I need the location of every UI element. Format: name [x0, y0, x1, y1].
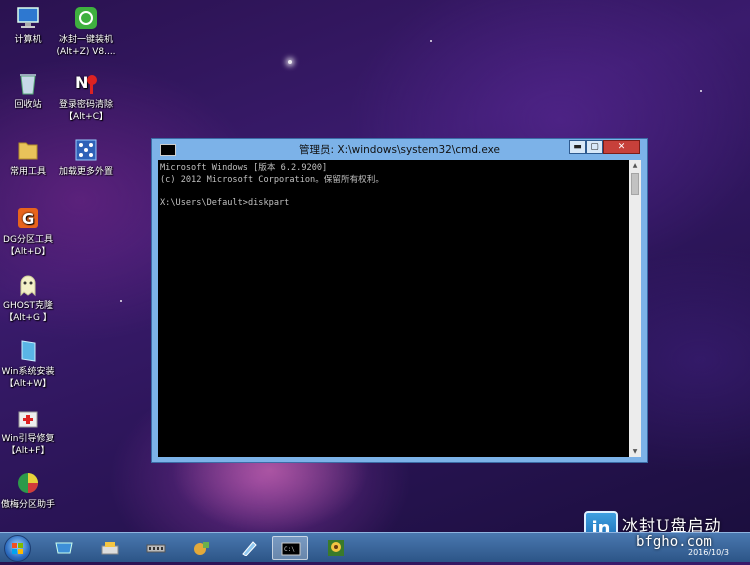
sunflower-icon [328, 540, 344, 556]
desktop-icon-label: 【Alt+C】 [63, 112, 108, 122]
desktop-icon-label: 【Alt+G 】 [4, 313, 52, 323]
console-area[interactable]: Microsoft Windows [版本 6.2.9200] (c) 2012… [158, 160, 629, 457]
taskbar-item-sunflower[interactable] [318, 536, 354, 560]
ghost-icon [15, 271, 41, 297]
printer-tools-icon [101, 542, 119, 555]
desktop-icon-label: 登录密码清除 [58, 100, 113, 110]
network-icon [55, 542, 73, 554]
svg-text:C:\: C:\ [284, 546, 295, 553]
minimize-button[interactable]: ▬ [569, 140, 586, 154]
desktop-icon-ghost[interactable]: GHOST克隆 【Alt+G 】 [0, 271, 60, 324]
desktop-icon-label: 【Alt+W】 [4, 379, 52, 389]
desktop-icon-aomei[interactable]: 傲梅分区助手 [0, 470, 60, 511]
load-external-icon [73, 137, 99, 163]
password-clear-icon: N [73, 70, 99, 96]
vertical-scrollbar[interactable]: ▲ ▼ [629, 160, 641, 457]
taskbar-item-network[interactable] [46, 536, 82, 560]
desktop-icon-label: 冰封一键装机 [58, 35, 113, 45]
maximize-button[interactable]: ▢ [586, 140, 603, 154]
diskgenius-icon: G [15, 205, 41, 231]
desktop-icon-label: 【Alt+F】 [6, 446, 50, 456]
desktop-icon-label: 常用工具 [9, 167, 46, 177]
svg-text:G: G [22, 210, 34, 228]
desktop-icon-label: 【Alt+D】 [5, 247, 51, 257]
title-bar[interactable]: 管理员: X:\windows\system32\cmd.exe ▬ ▢ ✕ [152, 139, 647, 159]
desktop-icon-computer[interactable]: 计算机 [0, 5, 60, 46]
clock-date[interactable]: 2016/10/3 [688, 548, 729, 557]
taskbar: C:\ bfgho.com 2016/10/3 [0, 532, 750, 562]
tools-icon [194, 542, 209, 555]
desktop-icon-diskgenius[interactable]: G DG分区工具 【Alt+D】 [0, 205, 60, 258]
installer-icon [73, 5, 99, 31]
taskbar-item-tools[interactable] [184, 536, 220, 560]
desktop-icon-tools-folder[interactable]: 常用工具 [0, 137, 60, 178]
scroll-up-icon[interactable]: ▲ [629, 160, 641, 171]
taskbar-item-printer-tools[interactable] [92, 536, 128, 560]
taskbar-item-pen[interactable] [230, 536, 266, 560]
desktop-icon-label: DG分区工具 [3, 235, 53, 245]
desktop-icon-recycle-bin[interactable]: 回收站 [0, 70, 60, 111]
desktop-icon-label: 回收站 [14, 100, 42, 110]
aomei-partition-icon [15, 470, 41, 496]
svg-text:N: N [75, 73, 88, 92]
taskbar-item-cmd[interactable]: C:\ [272, 536, 308, 560]
desktop-icon-win-install[interactable]: Win系统安装 【Alt+W】 [0, 337, 60, 390]
desktop-icon-password-clear[interactable]: N 登录密码清除 【Alt+C】 [54, 70, 118, 123]
scroll-thumb[interactable] [631, 173, 639, 195]
desktop-icon-installer[interactable]: 冰封一键装机 (Alt+Z) V8.... [54, 5, 118, 58]
folder-icon [15, 137, 41, 163]
desktop-icon-label: GHOST克隆 [2, 301, 54, 311]
desktop-icon-load-external[interactable]: 加载更多外置 [54, 137, 118, 178]
desktop-icon-label: 傲梅分区助手 [0, 500, 55, 510]
desktop-icon-boot-repair[interactable]: Win引导修复 【Alt+F】 [0, 404, 60, 457]
desktop-icon-label: Win引导修复 [1, 434, 55, 444]
recycle-bin-icon [15, 70, 41, 96]
desktop-icon-label: Win系统安装 [1, 367, 55, 377]
desktop-icon-label: 加载更多外置 [58, 167, 113, 177]
pen-icon [242, 541, 257, 556]
close-button[interactable]: ✕ [603, 140, 640, 154]
cmd-window[interactable]: 管理员: X:\windows\system32\cmd.exe ▬ ▢ ✕ M… [151, 138, 648, 463]
console-output: Microsoft Windows [版本 6.2.9200] (c) 2012… [160, 163, 384, 208]
ram-disk-icon [146, 544, 166, 553]
boot-repair-icon [15, 404, 41, 430]
computer-icon [15, 5, 41, 31]
win-install-icon [15, 337, 41, 363]
desktop-icon-label: 计算机 [14, 35, 42, 45]
scroll-down-icon[interactable]: ▼ [629, 446, 641, 457]
taskbar-item-ram-disk[interactable] [138, 536, 174, 560]
cmd-icon: C:\ [281, 542, 301, 556]
windows-logo-icon [12, 543, 23, 554]
start-button[interactable] [4, 535, 31, 562]
desktop-icon-label: (Alt+Z) V8.... [56, 47, 116, 57]
